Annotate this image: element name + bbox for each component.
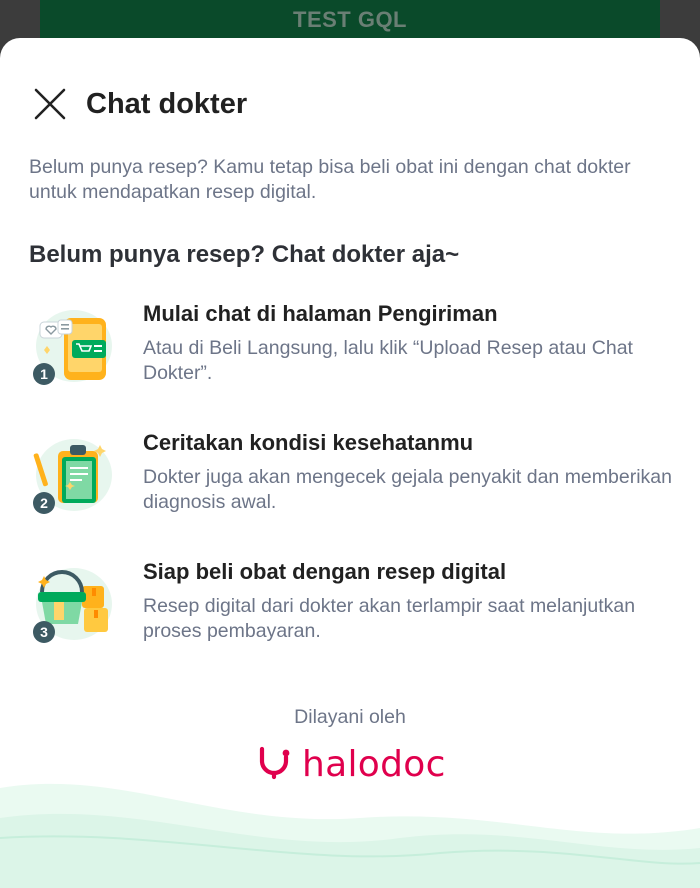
sheet-header: Chat dokter — [32, 86, 247, 122]
step-title-1: Mulai chat di halaman Pengiriman — [143, 301, 498, 326]
step-number-2: 2 — [40, 495, 48, 511]
step-text-2: Ceritakan kondisi kesehatanmu Dokter jug… — [143, 429, 673, 515]
step-item-1: 1 Mulai chat di halaman Pengiriman Atau … — [28, 300, 678, 410]
step-text-3: Siap beli obat dengan resep digital Rese… — [143, 558, 673, 644]
close-button[interactable] — [32, 86, 68, 122]
sheet-title: Chat dokter — [86, 87, 248, 120]
step-desc-2: Dokter juga akan mengecek gejala penyaki… — [143, 466, 672, 513]
intro-text: Belum punya resep? Kamu tetap bisa beli … — [29, 156, 631, 203]
brand-name: halodoc — [302, 744, 446, 785]
close-icon — [34, 88, 66, 120]
step-number-1: 1 — [40, 366, 48, 382]
step-desc-3: Resep digital dari dokter akan terlampir… — [143, 595, 636, 642]
basket-icon: 3 — [33, 568, 112, 643]
clipboard-icon: 2 — [33, 439, 112, 514]
served-by-label: Dilayani oleh — [294, 706, 406, 728]
section-heading: Belum punya resep? Chat dokter aja~ — [29, 241, 460, 268]
step-item-2: 2 Ceritakan kondisi kesehatanmu Dokter j… — [28, 429, 678, 539]
step-title-3: Siap beli obat dengan resep digital — [143, 559, 507, 584]
stethoscope-icon — [259, 746, 290, 779]
phone-shopping-icon: 1 — [33, 310, 112, 385]
step-number-3: 3 — [40, 624, 48, 640]
background-banner-label: TEST GQL — [293, 7, 407, 32]
halodoc-logo: halodoc — [256, 744, 446, 785]
step-item-3: 3 Siap beli obat dengan resep digital Re… — [28, 558, 678, 668]
step-title-2: Ceritakan kondisi kesehatanmu — [143, 430, 474, 455]
step-desc-1: Atau di Beli Langsung, lalu klik “Upload… — [143, 337, 633, 384]
chat-dokter-bottom-sheet: Chat dokter Belum punya resep? Kamu teta… — [0, 38, 700, 888]
step-text-1: Mulai chat di halaman Pengiriman Atau di… — [143, 300, 673, 386]
